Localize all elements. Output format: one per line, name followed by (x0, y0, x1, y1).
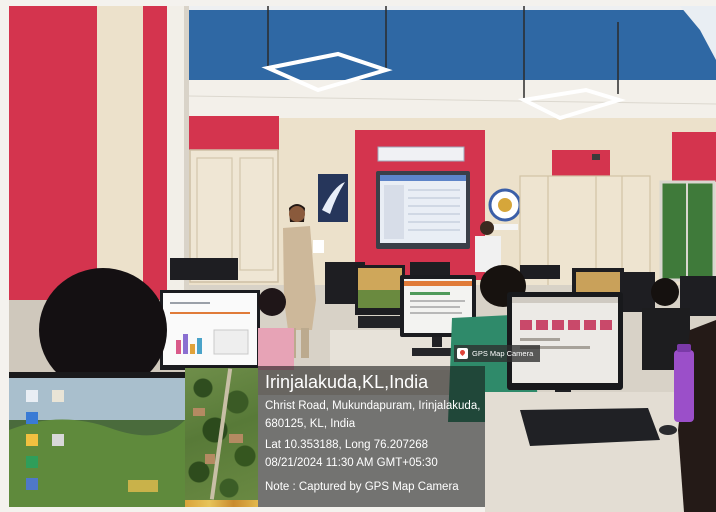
desktop-icon (26, 478, 38, 490)
back-monitor (620, 272, 655, 312)
location-title: Irinjalakuda,KL,India (265, 372, 429, 392)
red-pillar (143, 6, 167, 306)
center-monitor-header (404, 281, 472, 286)
center-monitor-stand (432, 337, 442, 347)
water-bottle (674, 350, 694, 422)
display-screen-header (380, 175, 466, 181)
center-monitor-content (410, 300, 465, 302)
back-monitor (410, 262, 450, 276)
screen-tile (520, 320, 532, 330)
map-rooftop (193, 408, 205, 416)
left-monitor-card (213, 329, 249, 355)
left-monitor-content (170, 302, 210, 304)
display-screen-sidebar (384, 185, 404, 239)
screen-tile (568, 320, 580, 330)
desktop-icon (26, 434, 38, 446)
emblem-center (498, 198, 512, 212)
screen-tile (584, 320, 596, 330)
hall-name-plaque (377, 146, 465, 162)
desktop-icon (26, 412, 38, 424)
left-monitor-chart-bar (183, 334, 188, 354)
coordinates: Lat 10.353188, Long 76.207268 (265, 439, 429, 451)
screen-tile (552, 320, 564, 330)
presenter-body (283, 226, 316, 330)
left-monitor-chart-bar (197, 338, 202, 354)
front-keyboard (520, 408, 660, 446)
desktop-widget (128, 480, 158, 492)
address-line-1: Christ Road, Mukundapuram, Irinjalakuda, (265, 400, 481, 412)
presenter-paper (313, 240, 324, 253)
map-footer-strip (185, 500, 258, 507)
student-pink-top (258, 328, 294, 370)
column-shadow (184, 6, 189, 298)
staff-head (480, 221, 494, 235)
desktop-icon (26, 390, 38, 402)
back-keyboard (358, 316, 402, 328)
map-rooftop (229, 434, 243, 443)
badge-label: GPS Map Camera (472, 349, 534, 358)
center-monitor-content (410, 306, 460, 308)
presenter-face (289, 206, 305, 222)
back-monitor (520, 265, 560, 279)
mouse (659, 425, 677, 435)
red-band-far-right (672, 132, 716, 182)
screen-tile (600, 320, 612, 330)
front-left-monitor-bezel (9, 372, 185, 378)
red-band-right (552, 150, 610, 178)
back-monitor (170, 258, 238, 280)
center-monitor-content (410, 312, 462, 314)
student-head (651, 278, 679, 306)
center-monitor-content (410, 292, 450, 295)
water-bottle-cap (677, 344, 691, 352)
map-rooftop (205, 454, 215, 464)
desktop-icon (52, 434, 64, 446)
left-monitor-chart-bar (176, 340, 181, 354)
gps-info-panel: Irinjalakuda,KL,India Christ Road, Mukun… (185, 366, 485, 507)
capture-note: Note : Captured by GPS Map Camera (265, 481, 459, 493)
front-right-monitor-header (512, 297, 618, 303)
map-thumbnail (185, 368, 258, 507)
student-head (258, 288, 286, 316)
map-pin-icon (457, 348, 468, 359)
left-monitor-divider (170, 312, 250, 314)
presenter-leg (301, 328, 309, 358)
screen-tile (536, 320, 548, 330)
screen-content-line (520, 338, 560, 341)
timestamp: 08/21/2024 11:30 AM GMT+05:30 (265, 457, 438, 469)
photo-frame: Irinjalakuda,KL,India Christ Road, Mukun… (0, 0, 716, 512)
address-line-2: 680125, KL, India (265, 418, 356, 430)
desktop-icon (52, 390, 64, 402)
emblem-caption-plate (492, 224, 518, 230)
cctv-camera (592, 154, 600, 160)
left-monitor-chart-bar (190, 344, 195, 354)
back-monitor-screen-image (358, 290, 402, 308)
desktop-icon (26, 456, 38, 468)
red-band-left (189, 116, 279, 150)
gps-map-camera-badge: GPS Map Camera (454, 345, 540, 362)
